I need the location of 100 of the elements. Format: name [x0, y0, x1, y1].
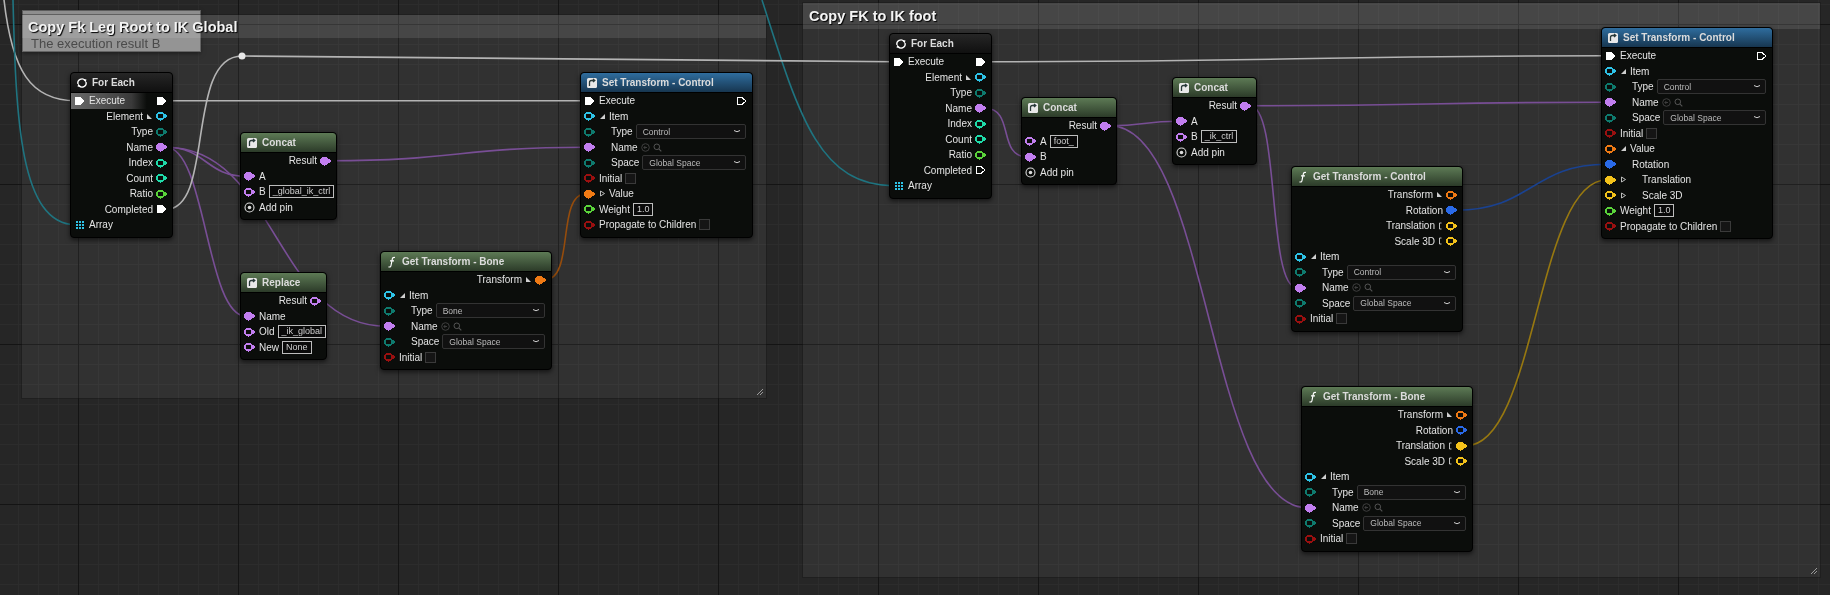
- triangle-icon[interactable]: [599, 112, 606, 120]
- dropdown[interactable]: Bone: [435, 303, 545, 319]
- node-header[interactable]: Replace: [241, 273, 326, 293]
- exec-pin-icon[interactable]: [156, 95, 168, 106]
- text-field[interactable]: _ik_global: [277, 325, 326, 339]
- data-pin-icon[interactable]: [1100, 120, 1112, 131]
- data-pin-icon[interactable]: [975, 118, 987, 129]
- data-pin-icon[interactable]: [535, 274, 547, 285]
- data-pin-icon[interactable]: [1605, 174, 1617, 185]
- dropdown[interactable]: Control: [1346, 264, 1456, 280]
- dropdown[interactable]: Control: [1656, 79, 1766, 95]
- triangle-icon[interactable]: [146, 112, 153, 120]
- data-pin-icon[interactable]: [156, 188, 168, 199]
- data-pin-icon[interactable]: [310, 295, 322, 306]
- data-pin-icon[interactable]: [1605, 190, 1617, 201]
- node-header[interactable]: Concat: [1173, 78, 1256, 98]
- text-field[interactable]: _global_ik_ctrl: [268, 185, 335, 199]
- data-pin-icon[interactable]: [244, 186, 256, 197]
- data-pin-icon[interactable]: [1025, 151, 1037, 162]
- data-pin-icon[interactable]: [244, 342, 256, 353]
- dropdown[interactable]: Global Space: [1363, 515, 1466, 531]
- data-pin-icon[interactable]: [1456, 440, 1468, 451]
- data-pin-icon[interactable]: [584, 204, 596, 215]
- triangle-icon[interactable]: [1310, 253, 1317, 261]
- node-card[interactable]: Concat Result A foot_ B Add pin: [1021, 97, 1117, 185]
- checkbox[interactable]: [1720, 220, 1732, 232]
- data-pin-icon[interactable]: [1446, 236, 1458, 247]
- add-pin-button[interactable]: Add pin: [244, 201, 293, 213]
- text-field[interactable]: None: [282, 340, 312, 354]
- node-header[interactable]: Concat: [241, 133, 336, 153]
- exec-pin-icon[interactable]: [893, 56, 905, 67]
- dropdown[interactable]: Control: [635, 124, 746, 140]
- data-pin-icon[interactable]: [1456, 409, 1468, 420]
- node-card[interactable]: Concat Result A B _global_ik_ctrl Add pin: [240, 132, 337, 220]
- triangle-icon[interactable]: [525, 276, 532, 284]
- checkbox[interactable]: [625, 172, 637, 184]
- triangle-icon[interactable]: [599, 190, 606, 198]
- triangle-icon[interactable]: [1620, 176, 1627, 184]
- data-pin-icon[interactable]: [1025, 136, 1037, 147]
- data-pin-icon[interactable]: [156, 111, 168, 122]
- data-pin-icon[interactable]: [156, 173, 168, 184]
- checkbox[interactable]: [699, 219, 711, 231]
- data-pin-icon[interactable]: [1240, 100, 1252, 111]
- data-pin-icon[interactable]: [975, 149, 987, 160]
- node-header[interactable]: Get Transform - Bone: [381, 252, 551, 272]
- node-header[interactable]: Get Transform - Bone: [1302, 387, 1472, 407]
- dropdown[interactable]: Bone: [1356, 484, 1466, 500]
- bracket-icon[interactable]: [1438, 237, 1443, 246]
- exec-pin-icon[interactable]: [156, 204, 168, 215]
- node-card[interactable]: Get Transform - Bone Transform Rotation Translation Scale 3D Item Type Bone Name Space Global Space Initial: [1301, 386, 1473, 552]
- node-header[interactable]: Concat: [1022, 98, 1116, 118]
- resize-grip-icon[interactable]: [755, 387, 764, 396]
- data-pin-icon[interactable]: [1305, 471, 1317, 482]
- node-card[interactable]: Set Transform - Control Execute Item Type Control Name Space Global Space Initial Value Weight 1.0 Propagate to Children: [580, 72, 753, 238]
- bracket-icon[interactable]: [1448, 457, 1453, 466]
- array-pin-icon[interactable]: [74, 219, 86, 230]
- node-header[interactable]: For Each: [71, 73, 172, 93]
- data-pin-icon[interactable]: [156, 157, 168, 168]
- text-field[interactable]: 1.0: [632, 202, 654, 216]
- data-pin-icon[interactable]: [584, 142, 596, 153]
- data-pin-icon[interactable]: [156, 142, 168, 153]
- reroute-knot[interactable]: [238, 52, 246, 60]
- node-card[interactable]: For Each Execute Element Type Name Index Count Ratio Completed Array: [70, 72, 173, 238]
- data-pin-icon[interactable]: [1176, 116, 1188, 127]
- node-header[interactable]: Get Transform - Control: [1292, 167, 1462, 187]
- data-pin-icon[interactable]: [244, 171, 256, 182]
- data-pin-icon[interactable]: [384, 290, 396, 301]
- checkbox[interactable]: [1646, 127, 1658, 139]
- data-pin-icon[interactable]: [1605, 66, 1617, 77]
- triangle-icon[interactable]: [1620, 191, 1627, 199]
- data-pin-icon[interactable]: [975, 72, 987, 83]
- exec-pin-icon[interactable]: [584, 95, 596, 106]
- triangle-icon[interactable]: [399, 291, 406, 299]
- data-pin-icon[interactable]: [1295, 251, 1307, 262]
- node-card[interactable]: Get Transform - Bone Transform Item Type Bone Name Space Global Space Initial: [380, 251, 552, 370]
- data-pin-icon[interactable]: [1605, 205, 1617, 216]
- data-pin-icon[interactable]: [244, 326, 256, 337]
- dropdown[interactable]: Global Space: [642, 155, 746, 171]
- text-field[interactable]: 1.0: [1653, 204, 1675, 218]
- exec-pin-icon[interactable]: [1756, 50, 1768, 61]
- exec-pin-icon[interactable]: [74, 95, 86, 106]
- exec-pin-icon[interactable]: [736, 95, 748, 106]
- triangle-icon[interactable]: [1620, 67, 1627, 75]
- exec-pin-icon[interactable]: [1605, 50, 1617, 61]
- add-pin-button[interactable]: Add pin: [1176, 146, 1225, 158]
- exec-pin-icon[interactable]: [975, 56, 987, 67]
- exec-pin-icon[interactable]: [975, 165, 987, 176]
- triangle-icon[interactable]: [1620, 145, 1627, 153]
- data-pin-icon[interactable]: [975, 134, 987, 145]
- data-pin-icon[interactable]: [244, 311, 256, 322]
- node-card[interactable]: Get Transform - Control Transform Rotation Translation Scale 3D Item Type Control Name Space Global Space Initial: [1291, 166, 1463, 332]
- node-card[interactable]: Set Transform - Control Execute Item Type Control Name Space Global Space Initial Value Rotation Translation Scale 3D Weight 1.0 Propagate to Children: [1601, 27, 1773, 239]
- data-pin-icon[interactable]: [1295, 282, 1307, 293]
- dropdown[interactable]: Global Space: [1663, 110, 1766, 126]
- node-card[interactable]: Concat Result A B _ik_ctrl Add pin: [1172, 77, 1257, 165]
- checkbox[interactable]: [1346, 533, 1358, 545]
- data-pin-icon[interactable]: [975, 103, 987, 114]
- data-pin-icon[interactable]: [1605, 97, 1617, 108]
- bracket-icon[interactable]: [1438, 221, 1443, 230]
- data-pin-icon[interactable]: [584, 111, 596, 122]
